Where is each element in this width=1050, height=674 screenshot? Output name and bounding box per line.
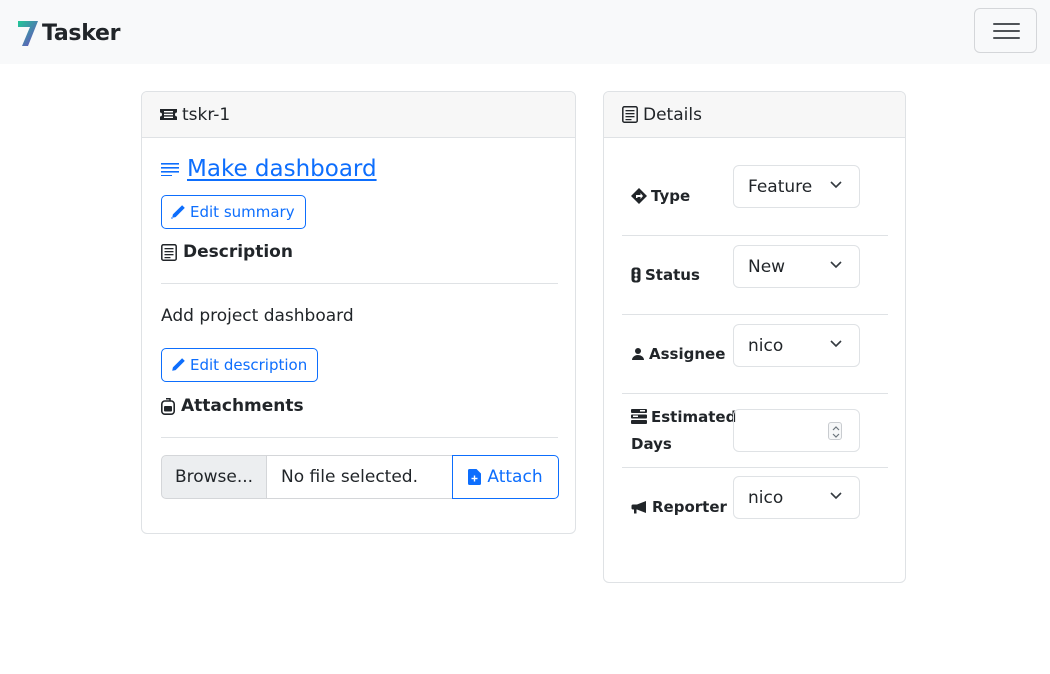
megaphone-icon xyxy=(631,501,646,514)
type-label: Type xyxy=(631,187,690,205)
tasker-logo-icon xyxy=(18,21,38,46)
number-spinner-icon[interactable] xyxy=(828,422,842,440)
attach-label: Attach xyxy=(487,467,543,487)
ticket-id: tskr-1 xyxy=(182,104,231,125)
details-divider xyxy=(622,393,888,394)
edit-description-button[interactable]: Edit description xyxy=(161,348,319,382)
ticket-card-header: tskr-1 xyxy=(142,92,575,138)
assignee-label: Assignee xyxy=(631,345,725,363)
brand[interactable]: Tasker xyxy=(16,18,120,48)
navbar: Tasker xyxy=(0,0,1050,64)
edit-summary-button[interactable]: Edit summary xyxy=(161,195,306,229)
reporter-select-value: nico xyxy=(748,487,784,508)
assignee-label-text: Assignee xyxy=(649,345,726,363)
edit-description-label: Edit description xyxy=(190,356,308,374)
details-header-text: Details xyxy=(643,104,702,125)
browse-button[interactable]: Browse... xyxy=(161,455,267,499)
diamond-arrow-icon xyxy=(631,188,647,204)
attach-button[interactable]: Attach xyxy=(452,455,559,499)
description-divider xyxy=(161,283,558,284)
person-icon xyxy=(632,348,644,360)
backpack-icon xyxy=(161,397,175,415)
reporter-select[interactable]: nico xyxy=(733,476,860,519)
file-plus-icon xyxy=(468,469,482,485)
document-icon xyxy=(622,106,638,123)
summary-link[interactable]: Make dashboard xyxy=(161,156,377,182)
summary-text: Make dashboard xyxy=(187,156,377,182)
ticket-card: tskr-1 Make dashboard Edit summary Descr… xyxy=(141,91,576,534)
attachments-divider xyxy=(161,437,558,438)
hamburger-icon-bar xyxy=(993,37,1020,39)
status-select-value: New xyxy=(748,256,786,277)
type-label-text: Type xyxy=(651,187,691,205)
file-upload-group: Browse... No file selected. Attach xyxy=(161,455,559,499)
reporter-label-text: Reporter xyxy=(652,498,727,516)
estimated-days-input[interactable] xyxy=(733,409,860,452)
details-divider xyxy=(622,235,888,236)
navbar-toggle-button[interactable] xyxy=(974,8,1037,53)
status-select[interactable]: New xyxy=(733,245,860,288)
traffic-light-icon xyxy=(631,267,641,283)
pencil-icon xyxy=(170,205,185,220)
type-select-value: Feature xyxy=(748,176,813,197)
file-name-display[interactable]: No file selected. xyxy=(267,455,452,499)
description-heading: Description xyxy=(161,242,293,262)
brand-name: Tasker xyxy=(42,20,121,46)
attachments-heading: Attachments xyxy=(161,396,304,416)
document-icon xyxy=(161,243,177,261)
chevron-down-icon xyxy=(830,340,842,348)
details-divider xyxy=(622,467,888,468)
details-card-header: Details xyxy=(604,92,905,138)
edit-summary-label: Edit summary xyxy=(190,203,295,221)
details-divider xyxy=(622,314,888,315)
chevron-down-icon xyxy=(830,492,842,500)
chevron-down-icon xyxy=(830,261,842,269)
pencil-icon xyxy=(172,358,185,371)
hamburger-icon-bar xyxy=(993,30,1020,32)
ticket-icon xyxy=(160,109,177,120)
details-card: Details Type Feature Status New Assignee… xyxy=(603,91,906,583)
description-heading-text: Description xyxy=(183,242,293,262)
status-label-text: Status xyxy=(645,266,700,284)
attachments-heading-text: Attachments xyxy=(181,396,304,416)
stack-icon xyxy=(631,409,647,424)
estimated-days-label-line2: Days xyxy=(631,435,672,453)
status-label: Status xyxy=(631,266,700,284)
text-lines-icon xyxy=(161,163,179,176)
estimated-days-label-line1: Estimated xyxy=(651,408,737,426)
assignee-select-value: nico xyxy=(748,335,784,356)
assignee-select[interactable]: nico xyxy=(733,324,860,367)
chevron-down-icon xyxy=(830,181,842,189)
hamburger-icon xyxy=(993,23,1020,25)
estimated-days-label: Estimated Days xyxy=(631,404,736,458)
reporter-label: Reporter xyxy=(631,498,727,516)
type-select[interactable]: Feature xyxy=(733,165,860,208)
description-text: Add project dashboard xyxy=(161,306,354,326)
